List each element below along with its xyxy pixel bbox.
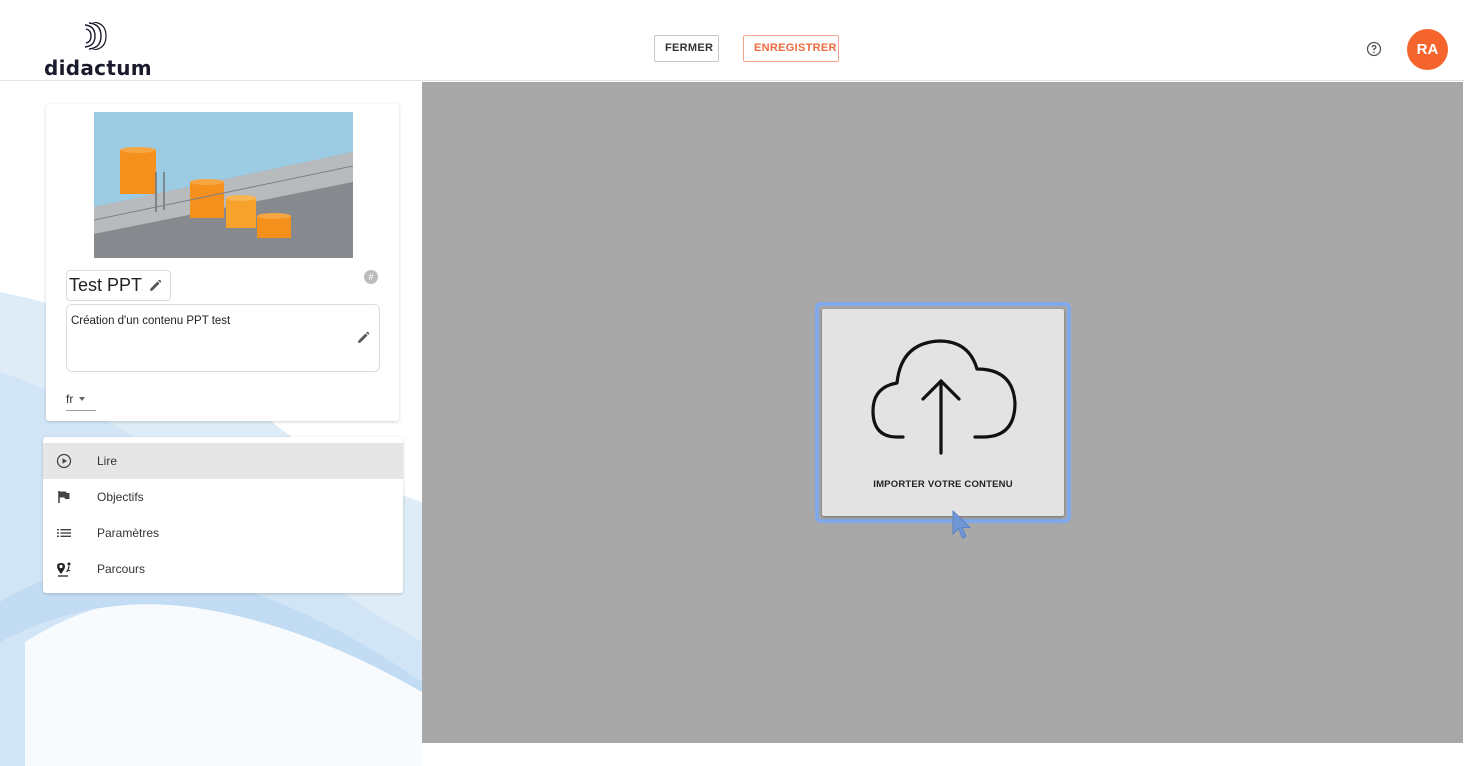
edit-pencil-icon[interactable] xyxy=(356,331,370,345)
mouse-pointer-icon xyxy=(952,510,972,539)
language-value: fr xyxy=(66,392,74,406)
list-icon xyxy=(57,529,71,537)
app-header: didactum FERMER ENREGISTRER RA xyxy=(0,0,1464,81)
user-avatar[interactable]: RA xyxy=(1407,29,1448,70)
upload-focus-ring: IMPORTER VOTRE CONTENU xyxy=(815,302,1071,523)
cloud-upload-icon xyxy=(871,339,1017,455)
content-description: Création d'un contenu PPT test xyxy=(71,315,231,327)
menu-item-objectifs[interactable]: Objectifs xyxy=(43,479,403,515)
sidebar-menu: Lire Objectifs Paramètres Parcours xyxy=(43,437,403,593)
help-circle-icon[interactable] xyxy=(1366,41,1382,57)
main-content-area: IMPORTER VOTRE CONTENU xyxy=(422,82,1463,743)
title-field[interactable]: Test PPT xyxy=(66,270,172,301)
flag-icon xyxy=(58,491,70,503)
content-thumbnail[interactable] xyxy=(94,112,353,258)
language-select[interactable]: fr xyxy=(66,392,96,411)
menu-label: Paramètres xyxy=(97,526,160,540)
description-field[interactable]: Création d'un contenu PPT test xyxy=(66,304,380,372)
import-content-button[interactable]: IMPORTER VOTRE CONTENU xyxy=(822,309,1064,516)
content-title: Test PPT xyxy=(69,275,143,295)
menu-item-parametres[interactable]: Paramètres xyxy=(43,515,403,551)
logo-text: didactum xyxy=(44,56,152,80)
close-button[interactable]: FERMER xyxy=(654,35,719,62)
menu-item-lire[interactable]: Lire xyxy=(43,443,403,479)
menu-label: Objectifs xyxy=(97,490,144,504)
content-card: Test PPT # Création d'un contenu PPT tes… xyxy=(46,104,399,421)
menu-item-parcours[interactable]: Parcours xyxy=(43,551,403,587)
save-button[interactable]: ENREGISTRER xyxy=(743,35,839,62)
menu-label: Lire xyxy=(97,454,118,468)
logo-mark-icon xyxy=(84,22,107,50)
play-circle-icon xyxy=(56,453,72,469)
route-icon xyxy=(57,562,71,577)
import-content-label: IMPORTER VOTRE CONTENU xyxy=(873,479,1013,490)
sidebar: Test PPT # Création d'un contenu PPT tes… xyxy=(0,82,422,766)
hash-badge[interactable]: # xyxy=(364,270,378,284)
edit-pencil-icon[interactable] xyxy=(148,279,162,293)
menu-label: Parcours xyxy=(97,562,146,576)
chevron-down-icon xyxy=(79,397,86,401)
